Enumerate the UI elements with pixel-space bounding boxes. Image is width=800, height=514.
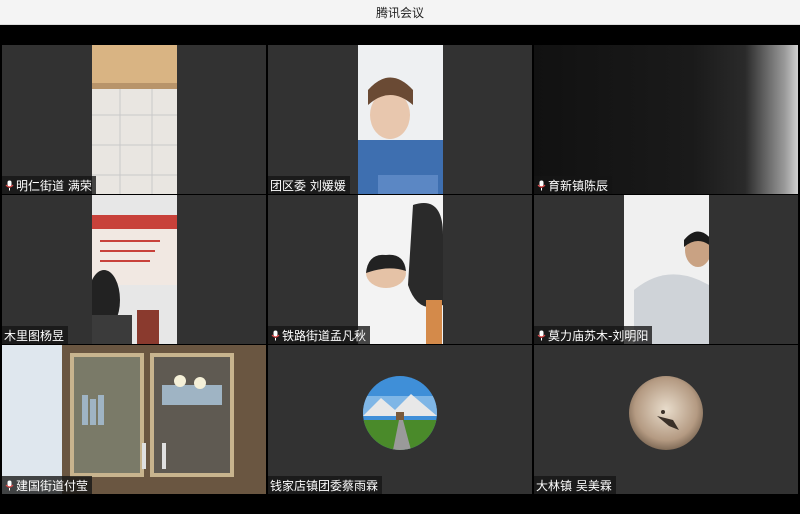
participant-label: 建国街道付莹 <box>2 476 93 494</box>
participant-name: 育新镇陈辰 <box>548 178 609 193</box>
participant-video <box>2 345 266 494</box>
participant-name: 大林镇 吴美霖 <box>536 478 612 493</box>
mic-icon <box>4 479 14 491</box>
video-grid: 明仁街道 满荣 团区委 刘媛媛 育新镇陈辰 木里图杨昱 铁路街道孟凡秋 莫力庙苏… <box>2 45 798 495</box>
participant-tile[interactable]: 育新镇陈辰 <box>534 45 798 194</box>
window-titlebar: 腾讯会议 <box>0 0 800 25</box>
participant-tile[interactable]: 团区委 刘媛媛 <box>268 45 532 194</box>
mic-icon <box>536 179 546 191</box>
participant-label: 育新镇陈辰 <box>534 176 613 194</box>
video-frame <box>634 231 712 344</box>
video-frame <box>366 203 443 344</box>
video-frame <box>2 345 266 494</box>
participant-avatar <box>363 375 437 450</box>
participant-tile[interactable]: 大林镇 吴美霖 <box>534 345 798 494</box>
top-strip <box>0 25 800 45</box>
participant-name: 木里图杨昱 <box>4 328 65 343</box>
window-title: 腾讯会议 <box>375 5 424 20</box>
participant-name: 铁路街道孟凡秋 <box>282 328 367 343</box>
participant-video <box>88 195 177 344</box>
bottom-strip <box>0 496 800 514</box>
participant-tile[interactable]: 铁路街道孟凡秋 <box>268 195 532 344</box>
participant-video <box>92 45 177 194</box>
participant-name: 建国街道付莹 <box>16 478 89 493</box>
participant-name: 莫力庙苏木-刘明阳 <box>548 328 649 343</box>
participant-label: 钱家店镇团委蔡雨霖 <box>268 476 383 494</box>
participant-label: 莫力庙苏木-刘明阳 <box>534 326 653 344</box>
participant-video <box>624 195 712 344</box>
mic-icon <box>4 179 14 191</box>
participant-tile[interactable]: 莫力庙苏木-刘明阳 <box>534 195 798 344</box>
participant-label: 大林镇 吴美霖 <box>534 476 616 494</box>
video-frame <box>88 215 177 344</box>
participant-name: 团区委 刘媛媛 <box>270 178 346 193</box>
participant-tile[interactable]: 钱家店镇团委蔡雨霖 <box>268 345 532 494</box>
participant-tile[interactable]: 木里图杨昱 <box>2 195 266 344</box>
participant-tile[interactable]: 建国街道付莹 <box>2 345 266 494</box>
video-frame <box>92 45 177 194</box>
mic-icon <box>536 329 546 341</box>
participant-video <box>358 45 443 194</box>
participant-label: 木里图杨昱 <box>2 326 69 344</box>
video-frame <box>358 77 443 194</box>
participant-label: 铁路街道孟凡秋 <box>268 326 371 344</box>
participant-name: 明仁街道 满荣 <box>16 178 92 193</box>
participant-video <box>534 45 798 194</box>
participant-video <box>358 195 443 344</box>
participant-tile[interactable]: 明仁街道 满荣 <box>2 45 266 194</box>
participant-name: 钱家店镇团委蔡雨霖 <box>270 478 379 493</box>
mic-icon <box>270 329 280 341</box>
participant-label: 团区委 刘媛媛 <box>268 176 350 194</box>
participant-label: 明仁街道 满荣 <box>2 176 96 194</box>
participant-avatar <box>629 375 703 450</box>
